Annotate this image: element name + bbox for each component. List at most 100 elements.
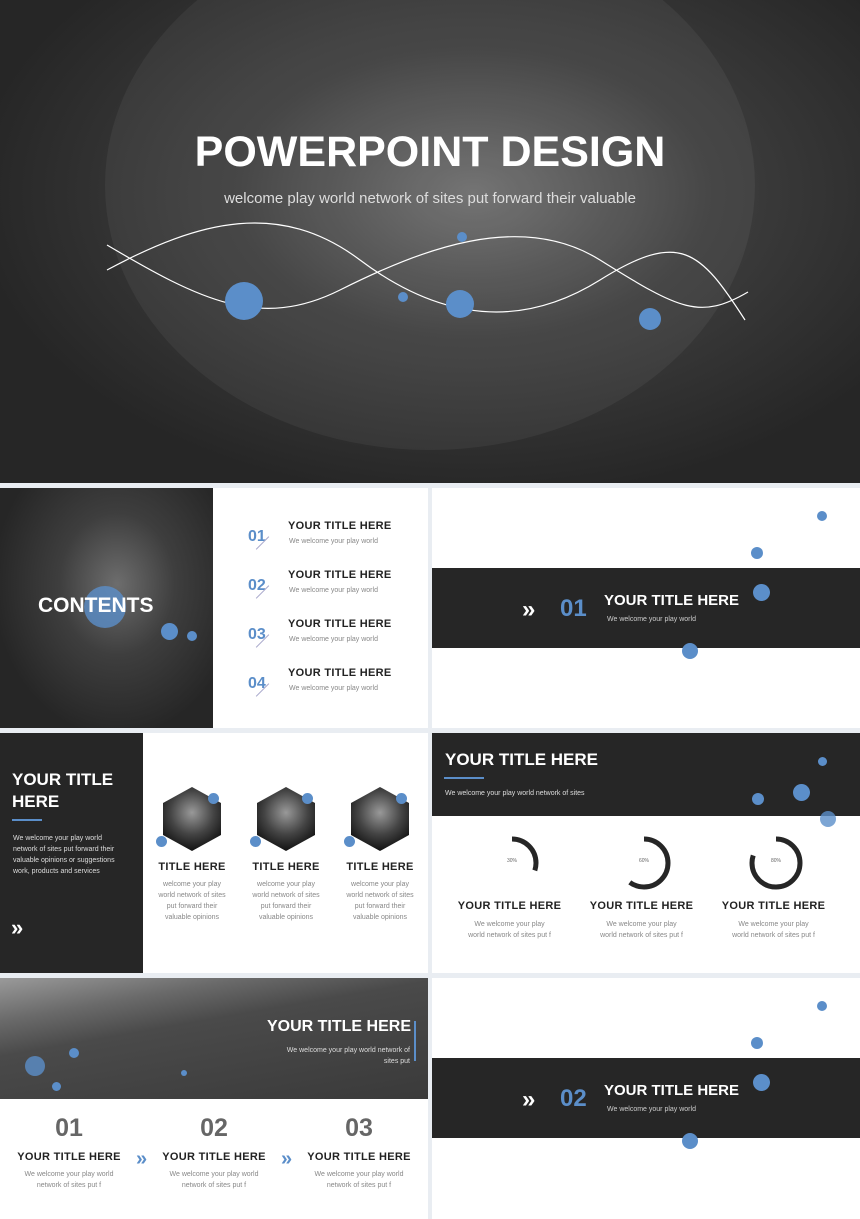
progress-label: 80% [770,858,781,864]
dot [208,793,219,804]
dot [751,547,763,559]
dot [187,631,197,641]
item-number: 01 [248,528,266,545]
progress-label: 60% [638,858,649,864]
contents-slide: CONTENTS 01 YOUR TITLE HERE We welcome y… [0,488,428,728]
member-name: TITLE HERE [252,861,320,873]
dot [752,793,764,805]
progress-text: We welcome your play world network of si… [445,790,585,797]
title-underline [12,819,42,821]
section-number: 01 [560,595,587,622]
dot [69,1048,79,1058]
item-title: YOUR TITLE HERE [288,618,392,630]
item-number: 04 [248,675,266,692]
dot [25,1056,45,1076]
section-02-slide: » 02 YOUR TITLE HERE We welcome your pla… [432,978,860,1219]
wave-lines [106,222,749,321]
item-text: We welcome your play world [289,636,378,643]
dot [398,292,408,302]
steps-text: We welcome your play world network of si… [286,1047,410,1065]
dot [682,643,698,659]
item-title: YOUR TITLE HERE [288,667,392,679]
chevron-right-icon: » [281,1148,293,1170]
steps-slide: YOUR TITLE HERE We welcome your play wor… [0,978,428,1219]
chevron-right-icon: » [136,1148,148,1170]
section-number: 02 [560,1085,587,1112]
dot [817,1001,827,1011]
dot [751,1037,763,1049]
dot [457,232,467,242]
steps-image [0,978,428,1099]
dot [817,511,827,521]
section-text: We welcome your play world [607,616,696,623]
dot [161,623,178,640]
section-text: We welcome your play world [607,1106,696,1113]
progress-item-title: YOUR TITLE HERE [457,900,562,912]
contents-item[interactable]: 03 YOUR TITLE HERE We welcome your play … [246,618,416,658]
contents-item[interactable]: 02 YOUR TITLE HERE We welcome your play … [246,569,416,609]
dot [446,290,474,318]
section-title: YOUR TITLE HERE [604,592,740,609]
contents-item[interactable]: 01 YOUR TITLE HERE We welcome your play … [246,520,416,560]
dot [396,793,407,804]
dot [250,836,261,847]
contents-title: CONTENTS [38,594,154,617]
step-title: YOUR TITLE HERE [307,1151,411,1163]
member-name: TITLE HERE [346,861,414,873]
member-name: TITLE HERE [158,861,226,873]
contents-item[interactable]: 04 YOUR TITLE HERE We welcome your play … [246,667,416,707]
progress-slide: YOUR TITLE HERE We welcome your play wor… [432,733,860,973]
step-number: 01 [55,1114,83,1142]
dot [344,836,355,847]
progress-item-title: YOUR TITLE HERE [721,900,826,912]
accent-bar [414,1021,416,1061]
step-text: We welcome your play world network of si… [24,1171,114,1189]
progress-item-title: YOUR TITLE HERE [589,900,694,912]
team-text: We welcome your play world network of si… [13,835,115,875]
item-text: We welcome your play world [289,538,378,545]
title-underline [444,777,484,779]
section-01-slide: » 01 YOUR TITLE HERE We welcome your pla… [432,488,860,728]
step-title: YOUR TITLE HERE [17,1151,121,1163]
progress-header [432,733,860,816]
dot [156,836,167,847]
step-text: We welcome your play world network of si… [169,1171,259,1189]
member-text: welcome your play world network of sites… [346,881,414,921]
team-title: YOUR TITLE HERE [12,770,114,811]
item-number: 03 [248,626,266,643]
dot [225,282,263,320]
section-title: YOUR TITLE HERE [604,1082,740,1099]
dot [639,308,661,330]
step-number: 02 [200,1114,228,1142]
dot [818,757,827,766]
item-text: We welcome your play world [289,685,378,692]
arrow-icon: » [522,596,536,623]
step-text: We welcome your play world network of si… [314,1171,404,1189]
dot [52,1082,61,1091]
progress-item-text: We welcome your play world network of si… [468,921,551,939]
member-text: welcome your play world network of sites… [252,881,320,921]
dot [302,793,313,804]
step-title: YOUR TITLE HERE [162,1151,266,1163]
arrow-icon: » [522,1086,536,1113]
dot [753,1074,770,1091]
dot [753,584,770,601]
progress-label: 30% [506,858,517,864]
dot [820,811,836,827]
member-text: welcome your play world network of sites… [158,881,226,921]
progress-item-text: We welcome your play world network of si… [732,921,815,939]
progress-title: YOUR TITLE HERE [445,750,599,769]
team-slide: YOUR TITLE HERE We welcome your play wor… [0,733,428,973]
dot [181,1070,187,1076]
step-number: 03 [345,1114,373,1142]
item-title: YOUR TITLE HERE [288,569,392,581]
dot [682,1133,698,1149]
item-text: We welcome your play world [289,587,378,594]
progress-item-text: We welcome your play world network of si… [600,921,683,939]
arrow-icon: » [11,915,24,940]
item-number: 02 [248,577,266,594]
hero-slide: POWERPOINT DESIGN welcome play world net… [0,0,860,483]
item-title: YOUR TITLE HERE [288,520,392,532]
dot [793,784,810,801]
steps-title: YOUR TITLE HERE [266,1018,411,1035]
